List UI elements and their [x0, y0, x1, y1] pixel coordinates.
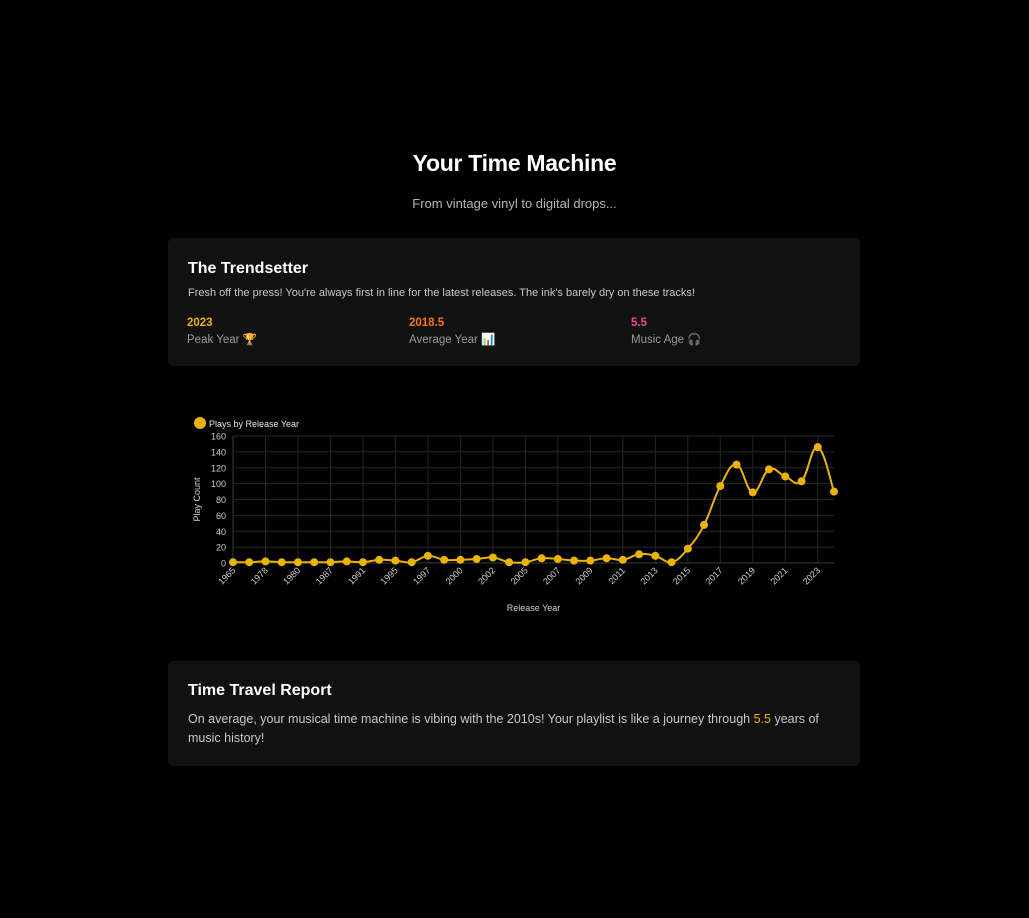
x-tick-label: 2000	[444, 565, 465, 586]
y-tick-label: 100	[211, 479, 226, 489]
stat-peak-year: 2023 Peak Year 🏆	[187, 317, 257, 346]
time-travel-report-card: Time Travel Report On average, your musi…	[168, 661, 860, 766]
data-point	[651, 551, 660, 560]
stat-average-year: 2018.5 Average Year 📊	[409, 317, 495, 346]
y-tick-label: 60	[216, 511, 226, 521]
y-tick-label: 160	[211, 432, 226, 442]
y-tick-label: 120	[211, 463, 226, 473]
x-tick-label: 2023	[801, 565, 822, 586]
data-point	[700, 520, 709, 529]
stat-label: Average Year 📊	[409, 334, 496, 346]
x-tick-label: 2011	[606, 565, 627, 586]
data-point	[830, 487, 838, 496]
data-point	[423, 551, 432, 560]
y-tick-label: 140	[211, 447, 226, 457]
data-point	[407, 558, 416, 567]
data-point	[553, 555, 562, 564]
data-point	[765, 465, 774, 474]
x-tick-label: 2019	[736, 565, 757, 586]
stats-row: 2023 Peak Year 🏆 2018.5 Average Year 📊 5…	[187, 317, 847, 347]
x-tick-label: 1965	[216, 565, 237, 586]
data-point	[229, 558, 237, 567]
data-point	[667, 558, 676, 567]
legend-label: Plays by Release Year	[209, 419, 299, 429]
series-line	[232, 446, 835, 564]
data-point	[375, 555, 384, 564]
x-tick-label: 2009	[574, 565, 595, 586]
data-point	[488, 553, 497, 562]
data-point	[618, 555, 627, 564]
x-tick-label: 2013	[639, 565, 660, 586]
y-tick-label: 20	[216, 543, 226, 553]
data-point	[277, 558, 286, 567]
x-tick-label: 2021	[768, 565, 789, 586]
x-tick-label: 1997	[411, 565, 432, 586]
y-axis-title: Play Count	[192, 477, 202, 522]
data-point	[505, 558, 514, 567]
data-point	[602, 554, 611, 563]
x-tick-label: 2015	[671, 565, 692, 586]
data-point	[732, 460, 741, 469]
data-point	[456, 555, 465, 564]
data-point	[797, 477, 806, 486]
x-axis-title: Release Year	[507, 603, 561, 613]
report-text-before: On average, your musical time machine is…	[188, 712, 754, 726]
page-title: Your Time Machine	[412, 150, 617, 176]
data-point	[813, 443, 822, 452]
x-tick-label: 2017	[703, 565, 724, 586]
data-point	[310, 558, 319, 567]
data-point	[683, 544, 692, 553]
data-point	[245, 558, 254, 567]
data-point	[261, 557, 270, 566]
data-point	[570, 556, 579, 565]
data-point	[326, 558, 335, 567]
x-tick-label: 2007	[541, 565, 562, 586]
x-tick-label: 1987	[314, 565, 335, 586]
x-tick-label: 1995	[379, 565, 400, 586]
x-tick-label: 1991	[346, 565, 367, 586]
data-point	[635, 550, 644, 559]
data-point	[342, 557, 351, 566]
stat-value: 5.5	[631, 317, 647, 329]
x-tick-label: 2005	[509, 565, 530, 586]
stat-value: 2018.5	[409, 317, 445, 329]
y-tick-label: 0	[221, 559, 226, 569]
stat-label: Peak Year 🏆	[187, 334, 257, 346]
x-tick-label: 2002	[476, 565, 497, 586]
data-point	[391, 556, 400, 565]
plays-by-release-year-chart: 0 20 40 60 80 100 120 140 160 1965 1978 1980 1987 199…	[192, 417, 838, 613]
data-point	[586, 556, 595, 565]
data-point	[521, 558, 530, 567]
data-point	[716, 482, 725, 491]
stat-label: Music Age 🎧	[631, 334, 702, 346]
trendsetter-card: The Trendsetter Fresh off the press! You…	[168, 238, 860, 366]
y-tick-label: 80	[216, 495, 226, 505]
x-tick-label: 1980	[281, 565, 302, 586]
data-point	[537, 554, 546, 563]
card-title: The Trendsetter	[188, 260, 309, 277]
stat-value: 2023	[187, 317, 213, 329]
x-tick-label: 1978	[249, 565, 270, 586]
page-subtitle: From vintage vinyl to digital drops...	[412, 196, 617, 211]
data-point	[440, 555, 449, 564]
y-tick-label: 40	[216, 527, 226, 537]
data-point	[748, 488, 757, 497]
data-point	[293, 558, 302, 567]
report-text: On average, your musical time machine is…	[188, 710, 840, 748]
data-point	[472, 555, 481, 564]
stat-music-age: 5.5 Music Age 🎧	[631, 317, 702, 346]
report-highlight: 5.5	[753, 712, 771, 726]
data-point	[358, 558, 367, 567]
legend-swatch	[194, 417, 206, 429]
card-description: Fresh off the press! You're always first…	[188, 287, 695, 299]
report-title: Time Travel Report	[188, 682, 332, 699]
data-point	[781, 472, 790, 481]
